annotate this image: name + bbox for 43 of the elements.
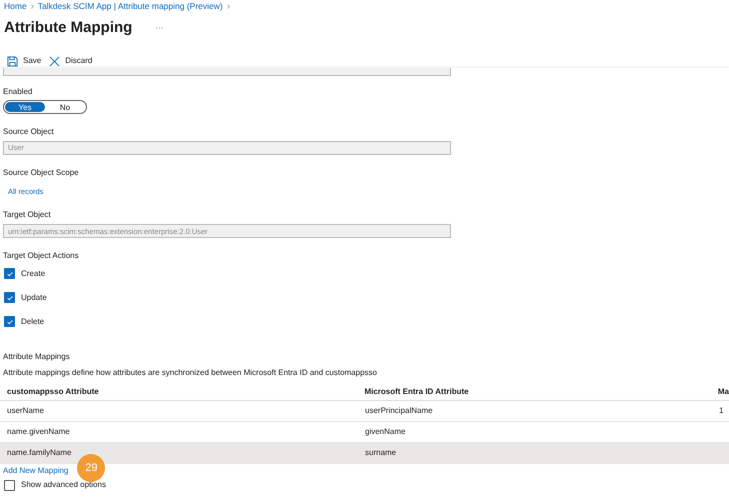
column-header: Microsoft Entra ID Attribute <box>364 386 470 398</box>
breadcrumb-link[interactable]: Talkdesk SCIM App | Attribute mapping (Preview) <box>38 0 223 13</box>
table-cell-text: surname <box>365 447 398 460</box>
input-field[interactable] <box>3 68 451 76</box>
save-button[interactable]: Save <box>7 55 42 67</box>
chevron-icon <box>226 4 230 9</box>
table-row[interactable]: userName userPrincipalName 1 <box>0 401 729 422</box>
check-icon <box>6 270 14 278</box>
table-cell-text: name.givenName <box>7 426 71 438</box>
discard-button[interactable]: Discard <box>49 55 92 67</box>
check-icon <box>6 294 14 302</box>
toggle-option[interactable]: No <box>45 102 85 112</box>
step-badge: 29 <box>77 454 106 482</box>
field-label: Source Object Scope <box>3 167 80 179</box>
field-label: Enabled <box>3 86 34 98</box>
toggle-option[interactable]: Yes <box>5 102 45 112</box>
table-row[interactable]: name.familyName surname <box>0 443 729 464</box>
table-cell-text: 1 <box>719 405 724 418</box>
breadcrumb-link[interactable]: Home <box>4 0 27 13</box>
checkbox-label: Update <box>21 292 47 304</box>
field-label: Target Object <box>3 209 52 222</box>
checkbox[interactable] <box>4 292 15 304</box>
checkbox[interactable] <box>4 480 15 491</box>
close-icon <box>49 56 60 66</box>
table-cell-text: givenName <box>365 426 406 438</box>
table-cell-text: name.familyName <box>7 447 72 460</box>
checkbox-label: Delete <box>21 316 44 328</box>
column-header: customappsso Attribute <box>7 386 100 398</box>
checkbox[interactable] <box>4 316 15 328</box>
field-label: Target Object Actions <box>3 250 80 262</box>
section-title: Attribute Mappings <box>3 351 71 364</box>
chevron-icon <box>30 4 34 9</box>
column-header: Ma <box>718 386 729 398</box>
check-icon <box>6 318 14 326</box>
section-description: Attribute mappings define how attributes are synchronized between Microsoft Entra ID and customappsso <box>3 367 378 380</box>
save-icon <box>7 56 18 66</box>
checkbox[interactable] <box>4 268 15 280</box>
add-mapping-link[interactable]: Add New Mapping <box>3 465 68 478</box>
table-cell-text: userName <box>7 405 45 418</box>
page-title: Attribute Mapping <box>4 18 132 38</box>
field-label: Source Object <box>3 126 55 138</box>
checkbox-label: Create <box>21 268 46 280</box>
table-cell-text: userPrincipalName <box>365 405 434 418</box>
